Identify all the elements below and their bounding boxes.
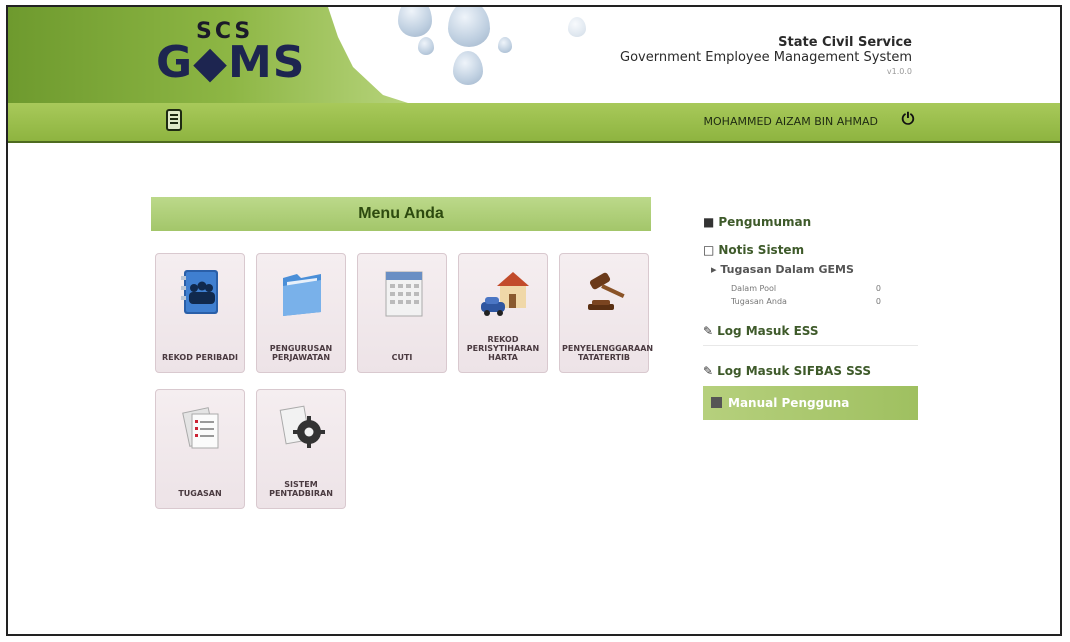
notepad-icon[interactable] [166, 109, 182, 131]
notice-link[interactable]: □ Notis Sistem [703, 243, 918, 257]
task-row: Dalam Pool 0 [731, 282, 881, 295]
tile-rekod-perisytiharan-harta[interactable]: REKOD PERISYTIHARAN HARTA [458, 253, 548, 373]
tile-label: PENYELENGGARAAN TATATERTIB [562, 344, 654, 362]
manual-button[interactable]: Manual Pengguna [703, 386, 918, 420]
manual-label: Manual Pengguna [728, 396, 850, 410]
system-title-line2: Government Employee Management System [620, 50, 912, 65]
divider [703, 345, 918, 346]
tile-penyelenggaraan-tatatertib[interactable]: PENYELENGGARAAN TATATERTIB [559, 253, 654, 373]
water-drops-decoration [368, 7, 628, 103]
clipboard-icon: □ [703, 243, 715, 257]
task-value: 0 [875, 297, 881, 306]
calendar-icon [385, 271, 423, 317]
info-icon: ■ [703, 215, 715, 229]
user-bar: MOHAMMED AIZAM BIN AHMAD ⏻ [8, 103, 1060, 143]
tile-sistem-pentadbiran[interactable]: SISTEM PENTADBIRAN [256, 389, 346, 509]
logo-gems: G◆MS [156, 37, 306, 88]
book-icon [711, 397, 722, 408]
tile-label: REKOD PERISYTIHARAN HARTA [466, 335, 540, 362]
house-car-icon [481, 272, 529, 316]
tasks-heading-label: Tugasan Dalam GEMS [720, 263, 854, 276]
tile-pengurusan-perjawatan[interactable]: PENGURUSAN PERJAWATAN [256, 253, 346, 373]
system-title: State Civil Service Government Employee … [620, 35, 912, 76]
gear-document-icon [279, 405, 325, 448]
task-label: Dalam Pool [731, 284, 777, 293]
task-document-icon [182, 407, 219, 449]
gavel-icon [588, 272, 625, 310]
app-frame: SCS G◆MS State Civil Service Government … [6, 5, 1062, 636]
version-label: v1.0.0 [886, 67, 912, 76]
task-value: 0 [875, 284, 881, 293]
power-icon[interactable]: ⏻ [899, 111, 917, 129]
menu-panel: Menu Anda [151, 197, 651, 231]
key-icon: ✎ [703, 364, 714, 378]
sifbas-login-label: Log Masuk SIFBAS SSS [717, 364, 872, 378]
tile-label: PENGURUSAN PERJAWATAN [269, 344, 333, 362]
announcement-link[interactable]: ■ Pengumuman [703, 215, 918, 229]
menu-title: Menu Anda [151, 197, 651, 231]
system-title-line1: State Civil Service [778, 35, 912, 50]
username: MOHAMMED AIZAM BIN AHMAD [703, 115, 878, 128]
ess-login-link[interactable]: ✎ Log Masuk ESS [703, 324, 918, 338]
tile-tugasan[interactable]: TUGASAN [155, 389, 245, 509]
key-icon: ✎ [703, 324, 714, 338]
tile-rekod-peribadi[interactable]: REKOD PERIBADI [155, 253, 245, 373]
header: SCS G◆MS State Civil Service Government … [8, 7, 1060, 103]
sifbas-login-link[interactable]: ✎ Log Masuk SIFBAS SSS [703, 364, 918, 378]
tile-label: CUTI [391, 353, 413, 362]
tile-label: TUGASAN [178, 489, 222, 498]
right-panel: ■ Pengumuman □ Notis Sistem ▸ Tugasan Dala… [703, 207, 918, 420]
task-label: Tugasan Anda [731, 297, 787, 306]
notice-label: Notis Sistem [718, 243, 805, 257]
tile-label: REKOD PERIBADI [161, 353, 239, 362]
announcement-label: Pengumuman [718, 215, 812, 229]
contacts-book-icon [181, 270, 218, 314]
task-row: Tugasan Anda 0 [731, 295, 881, 308]
tasks-heading[interactable]: ▸ Tugasan Dalam GEMS [711, 263, 918, 276]
tile-label: SISTEM PENTADBIRAN [269, 480, 333, 498]
gems-logo[interactable]: SCS G◆MS [156, 19, 306, 89]
folder-icon [283, 274, 321, 316]
tile-cuti[interactable]: CUTI [357, 253, 447, 373]
ess-login-label: Log Masuk ESS [717, 324, 819, 338]
